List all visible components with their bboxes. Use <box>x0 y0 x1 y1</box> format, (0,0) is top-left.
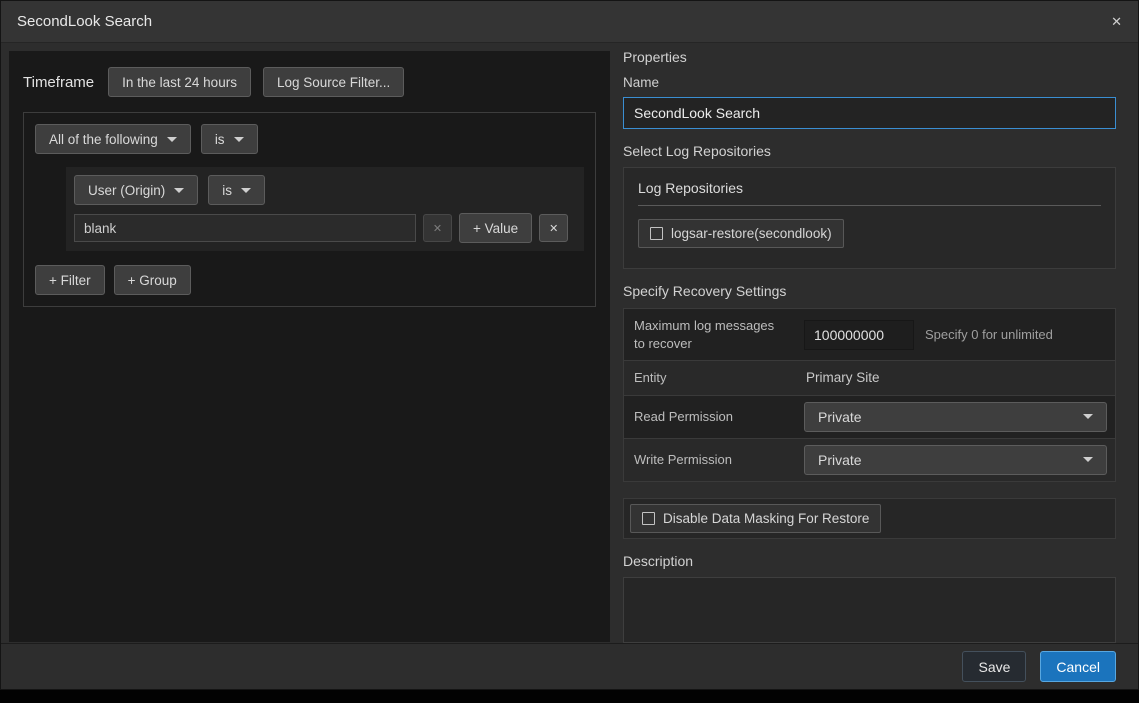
chevron-down-icon <box>174 188 184 193</box>
add-filter-button[interactable]: + Filter <box>35 265 105 295</box>
cancel-button[interactable]: Cancel <box>1040 651 1116 682</box>
entity-value: Primary Site <box>804 370 880 385</box>
properties-panel: Properties Name Select Log Repositories … <box>623 49 1116 648</box>
chevron-down-icon <box>167 137 177 142</box>
filter-value-row: ✕ + Value ✕ <box>74 213 576 243</box>
filter-field-label: User (Origin) <box>88 183 165 198</box>
setting-value-cell: Private <box>796 396 1115 438</box>
read-permission-value: Private <box>818 409 862 425</box>
add-value-button[interactable]: + Value <box>459 213 532 243</box>
chevron-down-icon <box>1083 414 1093 419</box>
filter-value-input[interactable] <box>74 214 416 242</box>
chevron-down-icon <box>241 188 251 193</box>
filter-actions-row: + Filter + Group <box>35 265 584 295</box>
filter-root-operator-dropdown[interactable]: is <box>201 124 258 154</box>
name-input[interactable] <box>623 97 1116 129</box>
timeframe-label: Timeframe <box>23 74 94 91</box>
filter-operator-dropdown[interactable]: is <box>208 175 265 205</box>
chevron-down-icon <box>234 137 244 142</box>
write-permission-dropdown[interactable]: Private <box>804 445 1107 475</box>
filter-field-row: User (Origin) is <box>74 175 576 205</box>
disable-data-masking-checkbox[interactable]: Disable Data Masking For Restore <box>630 504 881 533</box>
max-messages-input[interactable] <box>804 320 914 350</box>
close-icon[interactable]: ✕ <box>1111 15 1122 28</box>
properties-heading: Properties <box>623 49 1116 65</box>
dialog-footer: Save Cancel <box>1 643 1138 689</box>
filter-group: User (Origin) is ✕ + Value ✕ <box>66 167 584 251</box>
clear-value-icon: ✕ <box>433 222 442 235</box>
filter-condition-dropdown[interactable]: All of the following <box>35 124 191 154</box>
description-textarea[interactable] <box>623 577 1116 643</box>
filter-root-row: All of the following is <box>35 124 584 154</box>
filter-root-operator-label: is <box>215 132 225 147</box>
recovery-settings-heading: Specify Recovery Settings <box>623 283 1116 299</box>
unlimited-hint: Specify 0 for unlimited <box>925 327 1053 342</box>
filter-builder: All of the following is User (Origin) is <box>23 112 596 307</box>
add-group-button[interactable]: + Group <box>114 265 191 295</box>
setting-label: Read Permission <box>624 396 796 438</box>
write-permission-value: Private <box>818 452 862 468</box>
setting-value-cell: Private <box>796 439 1115 481</box>
setting-label: Entity <box>624 361 796 395</box>
log-repositories-box: Log Repositories logsar-restore(secondlo… <box>623 167 1116 269</box>
name-label: Name <box>623 75 1116 90</box>
filter-condition-label: All of the following <box>49 132 158 147</box>
setting-value-cell: Primary Site <box>796 361 1115 395</box>
recovery-settings-table: Maximum log messages to recover Specify … <box>623 308 1116 482</box>
setting-label: Write Permission <box>624 439 796 481</box>
read-permission-dropdown[interactable]: Private <box>804 402 1107 432</box>
query-builder-panel: Timeframe In the last 24 hours Log Sourc… <box>9 51 610 642</box>
dialog-title: SecondLook Search <box>17 13 152 30</box>
setting-value-cell: Specify 0 for unlimited <box>796 309 1115 360</box>
log-repository-checkbox-item[interactable]: logsar-restore(secondlook) <box>638 219 844 248</box>
clear-value-button[interactable]: ✕ <box>423 214 452 242</box>
table-row-max-messages: Maximum log messages to recover Specify … <box>624 309 1115 361</box>
filter-field-dropdown[interactable]: User (Origin) <box>74 175 198 205</box>
setting-label: Maximum log messages to recover <box>624 309 796 360</box>
select-log-repositories-label: Select Log Repositories <box>623 143 1116 159</box>
table-row-entity: Entity Primary Site <box>624 361 1115 396</box>
secondlook-search-dialog: SecondLook Search ✕ Timeframe In the las… <box>0 0 1139 690</box>
chevron-down-icon <box>1083 457 1093 462</box>
checkbox-icon <box>642 512 655 525</box>
disable-data-masking-label: Disable Data Masking For Restore <box>663 511 869 526</box>
timeframe-row: Timeframe In the last 24 hours Log Sourc… <box>23 67 596 97</box>
log-repositories-heading: Log Repositories <box>638 180 1101 206</box>
remove-filter-icon: ✕ <box>549 222 558 235</box>
table-row-write-permission: Write Permission Private <box>624 439 1115 481</box>
log-source-filter-button[interactable]: Log Source Filter... <box>263 67 404 97</box>
timeframe-button[interactable]: In the last 24 hours <box>108 67 251 97</box>
dialog-titlebar: SecondLook Search ✕ <box>1 1 1138 43</box>
log-repository-label: logsar-restore(secondlook) <box>671 226 832 241</box>
table-row-read-permission: Read Permission Private <box>624 396 1115 439</box>
checkbox-icon <box>650 227 663 240</box>
filter-operator-label: is <box>222 183 232 198</box>
description-label: Description <box>623 553 1116 569</box>
data-masking-box: Disable Data Masking For Restore <box>623 498 1116 539</box>
save-button[interactable]: Save <box>962 651 1026 682</box>
remove-filter-button[interactable]: ✕ <box>539 214 568 242</box>
